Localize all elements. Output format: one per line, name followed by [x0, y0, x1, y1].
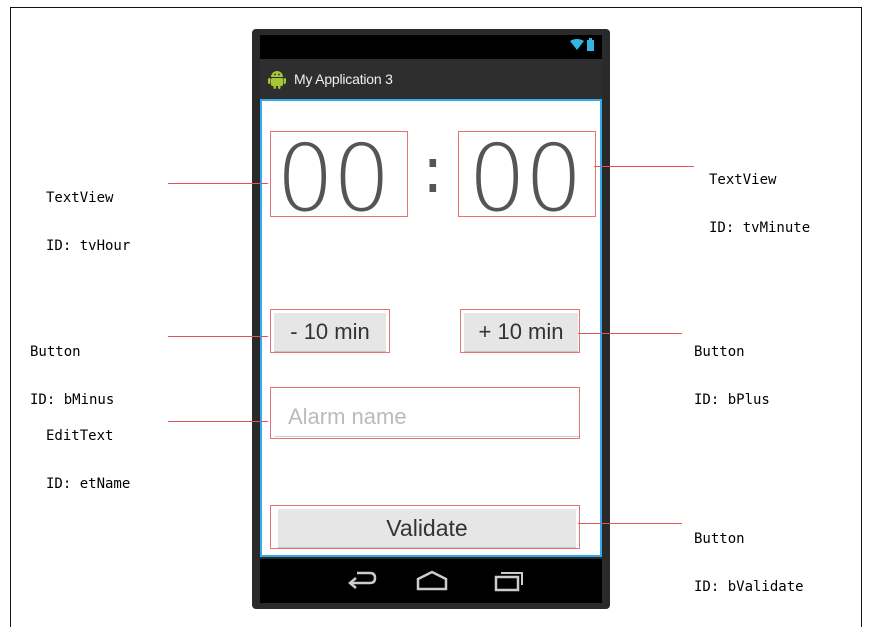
annotation-type: TextView: [46, 190, 114, 206]
connector-bplus: [578, 333, 682, 334]
annotation-etname: EditText ID: etName: [46, 396, 130, 508]
navigation-bar: [260, 559, 602, 603]
tv-hour-highlight: [270, 131, 408, 217]
android-icon: [266, 68, 288, 90]
annotation-tvhour: TextView ID: tvHour: [46, 158, 130, 270]
annotation-id: ID: etName: [46, 476, 131, 492]
back-icon[interactable]: [342, 569, 382, 593]
annotation-id: ID: bPlus: [694, 392, 770, 408]
tv-minute-highlight: [458, 131, 596, 217]
wifi-icon: [570, 38, 584, 56]
annotation-id: ID: tvMinute: [709, 220, 811, 236]
battery-icon: [587, 38, 594, 56]
annotation-bplus: Button ID: bPlus: [694, 312, 770, 424]
minus-button-highlight: [270, 309, 390, 353]
connector-tvminute: [594, 166, 694, 167]
connector-bminus: [168, 336, 268, 337]
plus-button-highlight: [460, 309, 580, 353]
alarm-name-highlight: [270, 387, 580, 439]
annotation-bvalidate: Button ID: bValidate: [694, 499, 804, 611]
home-icon[interactable]: [412, 569, 452, 593]
status-bar: [260, 35, 602, 59]
annotation-type: Button: [694, 531, 745, 547]
connector-tvhour: [168, 183, 268, 184]
annotation-type: Button: [694, 344, 745, 360]
action-bar: My Application 3: [260, 59, 602, 99]
connector-etname: [168, 421, 268, 422]
annotation-id: ID: bValidate: [694, 579, 804, 595]
connector-bvalidate: [578, 523, 682, 524]
annotation-type: Button: [30, 344, 81, 360]
recents-icon[interactable]: [488, 569, 528, 593]
annotation-id: ID: tvHour: [46, 238, 131, 254]
annotation-tvminute: TextView ID: tvMinute: [709, 140, 810, 252]
validate-button-highlight: [270, 505, 580, 549]
annotation-type: EditText: [46, 428, 114, 444]
annotation-type: TextView: [709, 172, 777, 188]
time-separator: :: [422, 134, 444, 208]
phone-device: My Application 3 00 : 00 - 10 min + 10 m…: [252, 29, 610, 609]
app-screen: 00 : 00 - 10 min + 10 min Alarm name Val…: [260, 99, 602, 557]
app-title: My Application 3: [294, 71, 393, 87]
